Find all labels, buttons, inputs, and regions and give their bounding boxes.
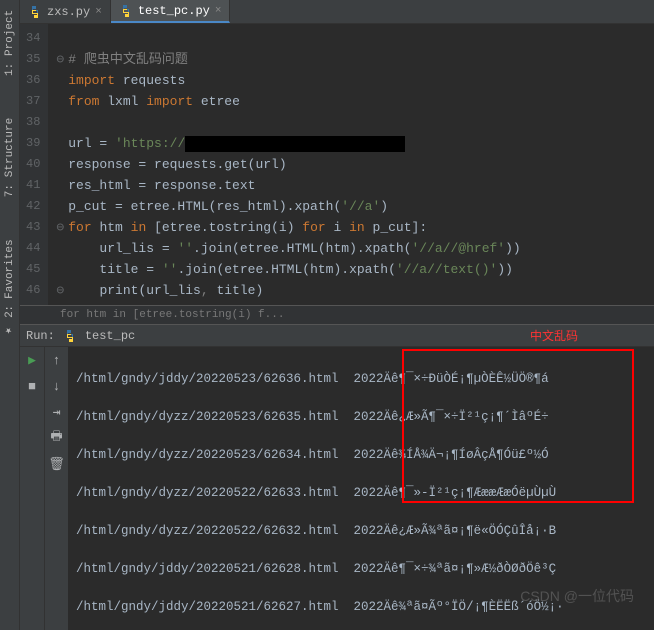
output-line: /html/gndy/dyzz/20220523/62635.html 2022… bbox=[76, 408, 646, 427]
output-line: /html/gndy/dyzz/20220522/62632.html 2022… bbox=[76, 522, 646, 541]
editor-tabs: zxs.py × test_pc.py × bbox=[20, 0, 654, 24]
watermark: CSDN @一位代码 bbox=[520, 587, 634, 606]
vbar-favorites[interactable]: ★ 2: Favorites bbox=[1, 233, 18, 344]
redacted-url bbox=[185, 136, 405, 152]
line-gutter: 34 35 36 37 38 39 40 41 42 43 44 45 46 bbox=[20, 24, 48, 305]
run-panel: ▶ ■ ↑ ↓ ⇥ 🖶 🗑 /html/gndy/jddy/20220523/6… bbox=[20, 347, 654, 630]
tab-zxs[interactable]: zxs.py × bbox=[20, 0, 111, 23]
output-line: /html/gndy/jddy/20220521/62628.html 2022… bbox=[76, 560, 646, 579]
vbar-structure[interactable]: 7: Structure bbox=[2, 112, 18, 203]
run-tools-right: ↑ ↓ ⇥ 🖶 🗑 bbox=[44, 347, 68, 630]
run-label: Run: bbox=[26, 329, 55, 343]
vbar-project[interactable]: 1: Project bbox=[2, 4, 18, 82]
run-config-name[interactable]: test_pc bbox=[85, 329, 135, 343]
annotation-text: 中文乱码 bbox=[530, 327, 578, 344]
tab-test-pc[interactable]: test_pc.py × bbox=[111, 0, 231, 23]
tab-label: zxs.py bbox=[47, 5, 90, 19]
clear-icon[interactable]: 🗑 bbox=[48, 455, 66, 473]
close-icon[interactable]: × bbox=[95, 6, 102, 18]
scroll-down-icon[interactable]: ↓ bbox=[48, 377, 66, 395]
console-output[interactable]: /html/gndy/jddy/20220523/62636.html 2022… bbox=[68, 347, 654, 630]
run-tools-left: ▶ ■ bbox=[20, 347, 44, 630]
tab-label: test_pc.py bbox=[138, 4, 210, 18]
run-panel-header: Run: test_pc 中文乱码 bbox=[20, 325, 654, 347]
run-button[interactable]: ▶ bbox=[23, 351, 41, 369]
soft-wrap-icon[interactable]: ⇥ bbox=[48, 403, 66, 421]
left-tool-bar: 1: Project 7: Structure ★ 2: Favorites bbox=[0, 0, 20, 630]
close-icon[interactable]: × bbox=[215, 5, 222, 17]
python-file-icon bbox=[63, 329, 77, 343]
output-line: /html/gndy/dyzz/20220523/62634.html 2022… bbox=[76, 446, 646, 465]
scroll-up-icon[interactable]: ↑ bbox=[48, 351, 66, 369]
output-line: /html/gndy/dyzz/20220522/62633.html 2022… bbox=[76, 484, 646, 503]
code-area[interactable]: ⊖# 爬虫中文乱码问题 import requests from lxml im… bbox=[48, 24, 528, 305]
stop-button[interactable]: ■ bbox=[23, 377, 41, 395]
print-icon[interactable]: 🖶 bbox=[48, 429, 66, 447]
python-file-icon bbox=[119, 4, 133, 18]
breadcrumb: for htm in [etree.tostring(i) f... bbox=[20, 305, 654, 325]
output-line: /html/gndy/jddy/20220523/62636.html 2022… bbox=[76, 370, 646, 389]
code-editor[interactable]: 34 35 36 37 38 39 40 41 42 43 44 45 46 ⊖… bbox=[20, 24, 654, 305]
main-area: zxs.py × test_pc.py × 34 35 36 37 38 39 … bbox=[20, 0, 654, 630]
python-file-icon bbox=[28, 5, 42, 19]
